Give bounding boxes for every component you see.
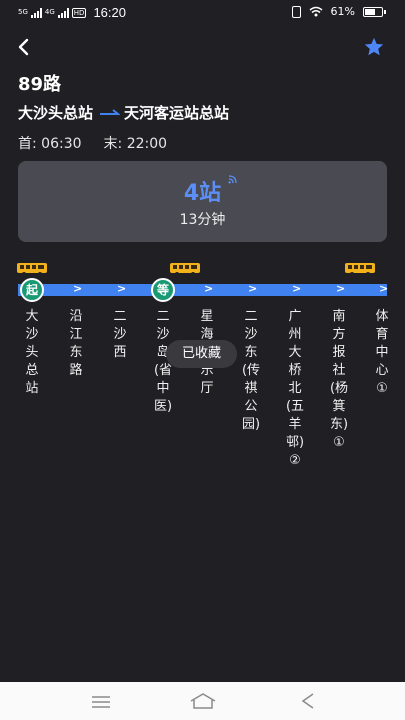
stop-name[interactable]: 沿江东路 xyxy=(66,308,86,380)
back-icon[interactable] xyxy=(298,692,318,710)
star-icon[interactable] xyxy=(363,36,385,58)
network-5g-label: 5G xyxy=(18,8,28,16)
arrow-right-icon xyxy=(100,108,121,115)
first-bus-label: 首: xyxy=(18,136,37,152)
battery-level xyxy=(365,8,375,15)
destination-station: 天河客运站总站 xyxy=(124,104,230,122)
route-name: 89路 xyxy=(18,74,62,95)
first-bus-time: 06:30 xyxy=(41,136,82,152)
direction-chevron-icon: > xyxy=(73,282,83,295)
arrival-time: 13分钟 xyxy=(179,212,226,228)
realtime-signal-icon xyxy=(228,175,237,184)
stop-name[interactable]: 南方报社(杨箕东)① xyxy=(329,308,349,452)
bus-icon[interactable] xyxy=(344,262,376,276)
origin-station: 大沙头总站 xyxy=(18,104,94,122)
signal-icon xyxy=(57,7,69,18)
direction-chevron-icon: > xyxy=(204,282,214,295)
arrival-card[interactable]: 4站 13分钟 xyxy=(18,161,387,242)
route-line: >>>>>>>起等大沙头总站沿江东路二沙西二沙岛(省中医)星海音乐厅二沙东(传祺… xyxy=(0,258,405,518)
stop-name[interactable]: 二沙东(传祺公园) xyxy=(241,308,261,434)
direction-chevron-icon: > xyxy=(336,282,346,295)
route-direction: 大沙头总站 天河客运站总站 xyxy=(18,102,229,123)
direction-chevron-icon: > xyxy=(117,282,127,295)
vibrate-icon xyxy=(291,5,301,18)
clock: 16:20 xyxy=(93,5,126,20)
last-bus-label: 末: xyxy=(103,136,123,152)
wifi-icon xyxy=(309,6,323,17)
toast-message: 已收藏 xyxy=(166,340,237,368)
status-left: 5G 4G HD 16:20 xyxy=(18,5,126,20)
network-4g-label: 4G xyxy=(44,8,55,16)
status-right: 61% xyxy=(291,5,386,18)
battery-percent: 61% xyxy=(330,5,355,18)
stop-name[interactable]: 广州大桥北(五羊邨)② xyxy=(285,308,305,470)
start-badge[interactable]: 起 xyxy=(20,278,44,302)
hd-badge: HD xyxy=(71,7,87,18)
last-bus-time: 22:00 xyxy=(126,136,168,152)
menu-icon[interactable] xyxy=(91,695,111,709)
stop-name[interactable]: 体育中心① xyxy=(372,308,392,398)
first-bus: 首: 06:30 xyxy=(18,133,82,153)
bus-icon[interactable] xyxy=(169,262,201,276)
arrival-stops-away: 4站 xyxy=(183,181,222,206)
stop-name[interactable]: 二沙西 xyxy=(110,308,130,362)
home-icon[interactable] xyxy=(189,692,217,710)
chevron-left-icon[interactable] xyxy=(14,36,34,58)
battery-icon xyxy=(363,6,386,17)
system-nav-bar xyxy=(0,682,405,720)
bus-icon[interactable] xyxy=(16,262,48,276)
direction-chevron-icon: > xyxy=(379,282,389,295)
waiting-badge[interactable]: 等 xyxy=(151,278,175,302)
stop-name[interactable]: 大沙头总站 xyxy=(22,308,42,398)
signal-icon xyxy=(30,7,42,18)
status-bar: 5G 4G HD 16:20 61% xyxy=(0,0,405,26)
last-bus: 末: 22:00 xyxy=(104,133,168,153)
direction-chevron-icon: > xyxy=(292,282,302,295)
service-hours: 首: 06:30 末: 22:00 xyxy=(18,133,167,153)
direction-chevron-icon: > xyxy=(248,282,258,295)
